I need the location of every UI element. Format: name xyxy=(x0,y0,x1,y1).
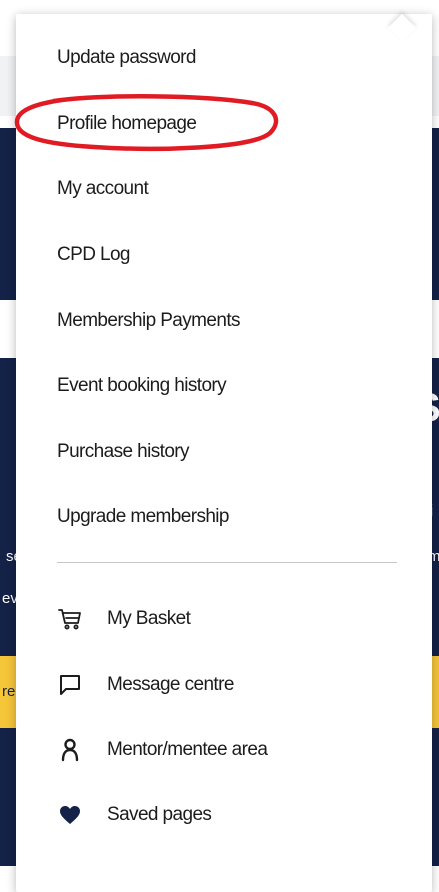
background-text-fragment: re xyxy=(2,683,16,700)
menu-item-upgrade-membership[interactable]: Upgrade membership xyxy=(57,504,230,530)
menu-item-label: Message centre xyxy=(107,674,234,695)
message-icon xyxy=(57,672,83,698)
menu-item-purchase-history[interactable]: Purchase history xyxy=(57,439,190,465)
menu-item-my-account[interactable]: My account xyxy=(57,176,149,202)
menu-item-update-password[interactable]: Update password xyxy=(57,45,196,71)
menu-item-my-basket[interactable]: My Basket xyxy=(57,604,191,634)
account-dropdown-menu: Update password Profile homepage My acco… xyxy=(16,13,432,892)
heart-icon xyxy=(57,802,83,828)
menu-item-cpd-log[interactable]: CPD Log xyxy=(57,242,131,268)
menu-item-membership-payments[interactable]: Membership Payments xyxy=(57,308,241,334)
person-icon xyxy=(57,737,83,763)
menu-item-label: Mentor/mentee area xyxy=(107,739,268,760)
menu-item-label: Saved pages xyxy=(107,804,212,825)
menu-item-saved-pages[interactable]: Saved pages xyxy=(57,800,212,830)
menu-item-profile-homepage[interactable]: Profile homepage xyxy=(57,111,197,137)
menu-item-event-booking-history[interactable]: Event booking history xyxy=(57,373,227,399)
basket-icon xyxy=(57,606,83,632)
menu-item-mentor-mentee-area[interactable]: Mentor/mentee area xyxy=(57,735,268,765)
dropdown-caret xyxy=(387,13,417,43)
menu-item-message-centre[interactable]: Message centre xyxy=(57,670,234,700)
page: S Li se m ev re Update password Profile … xyxy=(0,0,439,892)
menu-item-label: My Basket xyxy=(107,608,191,629)
menu-divider xyxy=(57,562,397,563)
